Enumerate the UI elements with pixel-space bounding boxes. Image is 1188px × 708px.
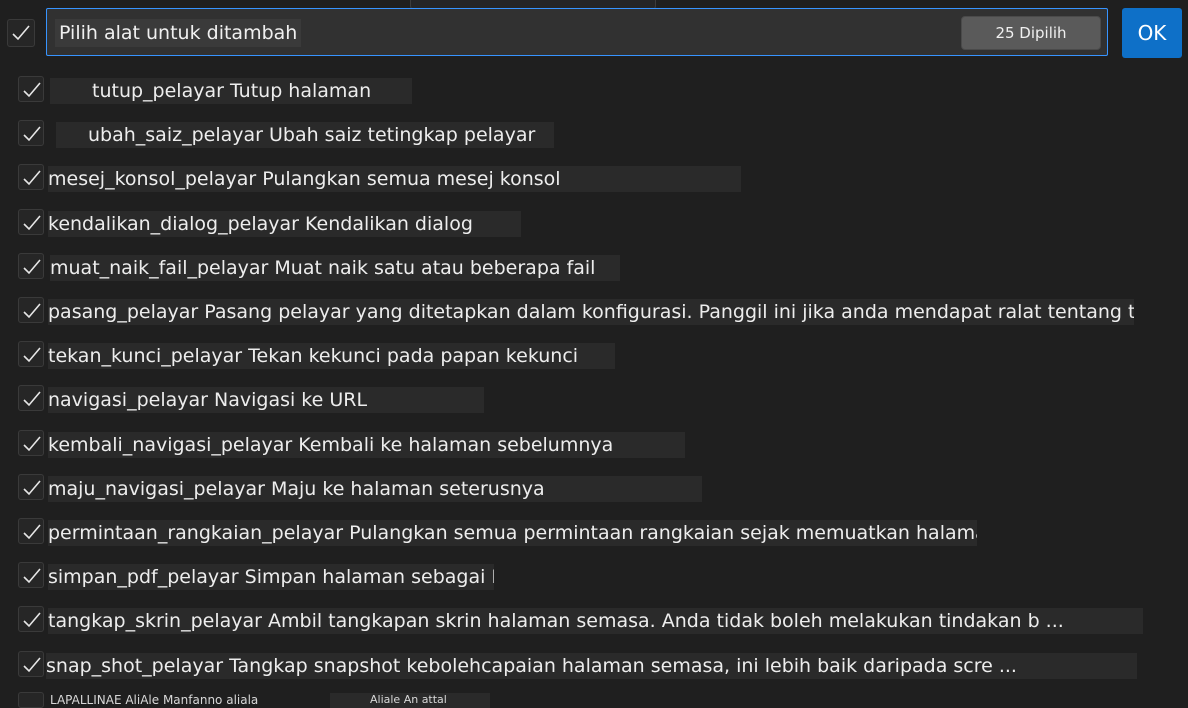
tool-list-item[interactable]: ubah_saiz_pelayar Ubah saiz tetingkap pe… <box>0 112 1188 156</box>
tool-list-item[interactable]: snap_shot_pelayar Tangkap snapshot kebol… <box>0 643 1188 687</box>
partial-list-item[interactable]: LAPALLINAE AliAle Manfanno aliala Aliale… <box>0 690 1188 708</box>
tool-checkbox[interactable] <box>18 341 44 368</box>
tool-checkbox[interactable] <box>18 164 44 191</box>
tool-checkbox[interactable] <box>18 429 44 456</box>
tool-label-highlight: tekan_kunci_pelayar Tekan kekunci pada p… <box>48 343 615 370</box>
tool-list-item[interactable]: tutup_pelayar Tutup halaman <box>0 68 1188 112</box>
tool-checkbox[interactable] <box>18 692 44 708</box>
checkmark-icon <box>23 391 41 407</box>
tool-label-highlight: tangkap_skrin_pelayar Ambil tangkapan sk… <box>48 608 1143 635</box>
tool-list-item[interactable]: kembali_navigasi_pelayar Kembali ke hala… <box>0 422 1188 466</box>
checkmark-icon <box>23 170 41 186</box>
tool-label-highlight: mesej_konsol_pelayar Pulangkan semua mes… <box>48 166 741 193</box>
checkmark-icon <box>23 524 41 540</box>
tool-label: maju_navigasi_pelayar Maju ke halaman se… <box>48 477 545 500</box>
quick-pick-header: Pilih alat untuk ditambah 25 Dipilih OK <box>0 8 1188 58</box>
tool-label-highlight: maju_navigasi_pelayar Maju ke halaman se… <box>48 475 702 502</box>
tool-checkbox[interactable] <box>18 518 44 544</box>
tool-list-item[interactable]: muat_naik_fail_pelayar Muat naik satu at… <box>0 245 1188 289</box>
ok-button[interactable]: OK <box>1122 8 1182 58</box>
tool-label-highlight: kendalikan_dialog_pelayar Kendalikan dia… <box>48 210 521 237</box>
tool-label-highlight: snap_shot_pelayar Tangkap snapshot kebol… <box>46 652 1137 679</box>
tool-checkbox[interactable] <box>18 385 44 412</box>
checkmark-icon <box>23 215 41 230</box>
tool-checkbox[interactable] <box>18 562 44 589</box>
search-input-value: Pilih alat untuk ditambah <box>55 19 302 47</box>
tool-list-item[interactable]: pasang_pelayar Pasang pelayar yang ditet… <box>0 289 1188 333</box>
tool-label: snap_shot_pelayar Tangkap snapshot kebol… <box>46 654 1017 677</box>
checkmark-icon <box>23 612 41 628</box>
tool-label-highlight: kembali_navigasi_pelayar Kembali ke hala… <box>48 431 685 458</box>
tool-checkbox[interactable] <box>18 76 44 102</box>
checkmark-icon <box>23 436 41 451</box>
tool-list-item[interactable]: maju_navigasi_pelayar Maju ke halaman se… <box>0 466 1188 510</box>
tool-label: kembali_navigasi_pelayar Kembali ke hala… <box>48 433 614 456</box>
selected-count-badge: 25 Dipilih <box>961 16 1101 50</box>
checkmark-icon <box>23 126 41 142</box>
checkmark-icon <box>23 568 41 584</box>
select-all-checkbox[interactable] <box>7 19 35 47</box>
tool-label-highlight: tutup_pelayar Tutup halaman <box>50 78 412 104</box>
tool-label: tangkap_skrin_pelayar Ambil tangkapan sk… <box>48 610 1064 633</box>
tool-checkbox[interactable] <box>18 208 44 235</box>
tool-list-item[interactable]: tekan_kunci_pelayar Tekan kekunci pada p… <box>0 333 1188 377</box>
tool-label: tutup_pelayar Tutup halaman <box>92 80 372 102</box>
checkmark-icon <box>23 480 41 495</box>
tool-label-highlight: simpan_pdf_pelayar Simpan halaman sebaga… <box>48 564 494 591</box>
tool-label: simpan_pdf_pelayar Simpan halaman sebaga… <box>48 566 494 589</box>
tool-checkbox[interactable] <box>18 606 44 633</box>
checkmark-icon <box>23 303 41 319</box>
tool-label-highlight: navigasi_pelayar Navigasi ke URL <box>48 387 484 414</box>
tool-label: mesej_konsol_pelayar Pulangkan semua mes… <box>48 168 561 191</box>
tool-label: tekan_kunci_pelayar Tekan kekunci pada p… <box>48 345 579 368</box>
checkmark-icon <box>23 347 41 363</box>
checkmark-icon <box>12 25 30 41</box>
partial-item-label: LAPALLINAE AliAle Manfanno aliala <box>50 693 259 707</box>
tool-list-item[interactable]: simpan_pdf_pelayar Simpan halaman sebaga… <box>0 554 1188 598</box>
partial-item-label-secondary: Aliale An attal <box>330 693 490 708</box>
tool-list-item[interactable]: mesej_konsol_pelayar Pulangkan semua mes… <box>0 156 1188 200</box>
tool-label-highlight: pasang_pelayar Pasang pelayar yang ditet… <box>48 299 1134 325</box>
tool-checkbox[interactable] <box>18 120 44 147</box>
tool-list-item[interactable]: navigasi_pelayar Navigasi ke URL <box>0 377 1188 421</box>
tool-label-highlight: permintaan_rangkaian_pelayar Pulangkan s… <box>48 520 977 546</box>
checkmark-icon <box>23 657 41 672</box>
tool-label: ubah_saiz_pelayar Ubah saiz tetingkap pe… <box>88 124 536 147</box>
tool-label: pasang_pelayar Pasang pelayar yang ditet… <box>48 301 1134 323</box>
tool-label: kendalikan_dialog_pelayar Kendalikan dia… <box>48 212 473 235</box>
checkmark-icon <box>23 259 41 274</box>
tool-checkbox[interactable] <box>18 473 44 500</box>
tool-list-item[interactable]: tangkap_skrin_pelayar Ambil tangkapan sk… <box>0 598 1188 642</box>
tool-label: muat_naik_fail_pelayar Muat naik satu at… <box>50 256 596 279</box>
tool-checkbox[interactable] <box>18 650 44 677</box>
tool-label: navigasi_pelayar Navigasi ke URL <box>48 389 368 412</box>
tool-label: permintaan_rangkaian_pelayar Pulangkan s… <box>48 522 977 544</box>
tool-checkbox[interactable] <box>18 252 44 279</box>
tool-list-item[interactable]: kendalikan_dialog_pelayar Kendalikan dia… <box>0 201 1188 245</box>
tool-checkbox[interactable] <box>18 297 44 323</box>
search-input[interactable]: Pilih alat untuk ditambah 25 Dipilih <box>46 8 1108 56</box>
tool-label-highlight: ubah_saiz_pelayar Ubah saiz tetingkap pe… <box>56 122 554 149</box>
tool-list-item[interactable]: permintaan_rangkaian_pelayar Pulangkan s… <box>0 510 1188 554</box>
tool-label-highlight: muat_naik_fail_pelayar Muat naik satu at… <box>50 254 620 281</box>
checkmark-icon <box>23 82 41 98</box>
